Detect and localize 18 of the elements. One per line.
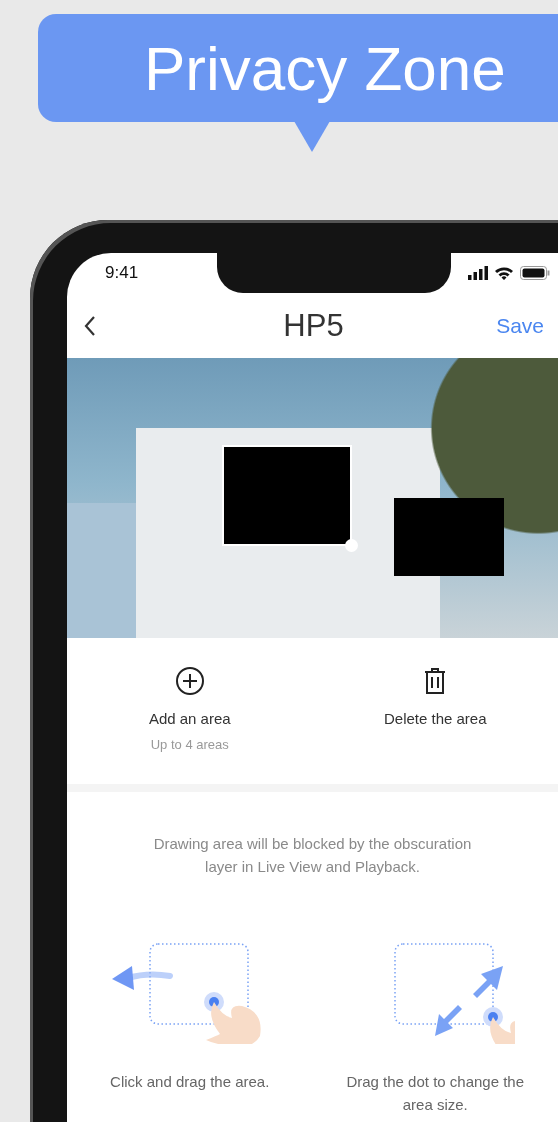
- step-caption: Click and drag the area.: [110, 1072, 270, 1092]
- back-button[interactable]: [83, 314, 97, 337]
- status-time: 9:41: [105, 263, 139, 283]
- save-button[interactable]: Save: [496, 313, 544, 338]
- battery-icon: [520, 266, 550, 280]
- nav-title: HP5: [283, 307, 344, 344]
- trash-icon: [423, 666, 448, 696]
- wifi-icon: [494, 266, 514, 280]
- info-text: Drawing area will be blocked by the obscuration layer in Live View and Playback.: [152, 834, 473, 877]
- hint-text: Up to 4 areas: [150, 737, 229, 752]
- privacy-mask[interactable]: [221, 444, 352, 546]
- delete-area-button[interactable]: Delete the area: [383, 666, 487, 727]
- privacy-mask[interactable]: [393, 498, 504, 577]
- add-area-button[interactable]: Add an area: [148, 666, 231, 727]
- banner-title: Privacy Zone: [144, 32, 506, 104]
- step-caption: Drag the dot to change the area size.: [345, 1072, 526, 1115]
- add-icon: [174, 666, 205, 696]
- signal-icon: [468, 266, 488, 280]
